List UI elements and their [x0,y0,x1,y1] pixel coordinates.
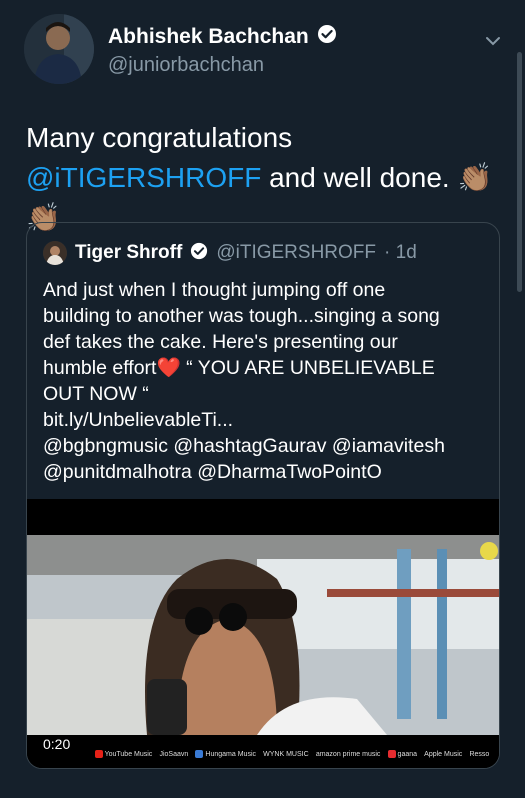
quoted-text-line: building to another was tough...singing … [43,305,440,327]
quoted-text-line: And just when I thought jumping off one [43,279,386,301]
quoted-tweet-time: · 1d [384,242,417,263]
chevron-down-icon[interactable] [482,30,504,52]
verified-badge-icon [190,242,208,265]
logo-resso: Resso [469,750,490,758]
author-name[interactable]: Abhishek Bachchan [108,25,309,49]
hungama-icon [195,750,204,758]
verified-badge-icon [317,24,337,49]
tweet-text: Many congratulations @iTIGERSHROFF and w… [26,118,506,238]
logo-hungama: Hungama Music [195,750,256,758]
logo-apple-music: Apple Music [424,750,463,758]
mention-link[interactable]: @iTIGERSHROFF [26,162,261,193]
quoted-tweet-text: And just when I thought jumping off one … [43,277,493,485]
quoted-text-line: def takes the cake. Here's presenting ou… [43,331,398,353]
tweet-header: Abhishek Bachchan @juniorbachchan [24,14,514,90]
logo-wynk: WYNK MUSIC [263,750,309,758]
quoted-mentions[interactable]: @bgbngmusic @hashtagGaurav @iamavitesh [43,433,493,459]
quoted-text-line: OUT NOW “ [43,383,149,405]
quoted-author-name[interactable]: Tiger Shroff [75,242,182,264]
logo-gaana: gaana [387,750,417,758]
author-handle[interactable]: @juniorbachchan [108,54,264,77]
logo-jiosaavn: JioSaavn [159,750,189,758]
streaming-logos: YouTube Music JioSaavn Hungama Music WYN… [27,739,499,768]
logo-youtube-music: YouTube Music [94,750,152,758]
gaana-icon [387,750,396,758]
quoted-tweet-header: Tiger Shroff @iTIGERSHROFF · 1d [43,241,417,265]
quoted-author-avatar[interactable] [43,241,67,265]
scrollbar[interactable] [517,52,522,292]
video-frame [27,499,499,768]
quoted-text-line: humble effort❤️ “ YOU ARE UNBELIEVABLE [43,357,435,379]
youtube-music-icon [94,750,103,758]
quoted-tweet-card[interactable]: Tiger Shroff @iTIGERSHROFF · 1d And just… [26,222,500,769]
tweet-text-line1: Many congratulations [26,122,293,153]
quoted-mentions[interactable]: @punitdmalhotra @DharmaTwoPointO [43,459,493,485]
author-avatar[interactable] [24,14,94,84]
quoted-link[interactable]: bit.ly/UnbelievableTi... [43,407,493,433]
quoted-author-handle[interactable]: @iTIGERSHROFF [216,242,376,264]
video-player[interactable]: 0:20 YouTube Music JioSaavn Hungama Musi… [27,499,499,768]
logo-amazon-music: amazon prime music [315,750,381,758]
